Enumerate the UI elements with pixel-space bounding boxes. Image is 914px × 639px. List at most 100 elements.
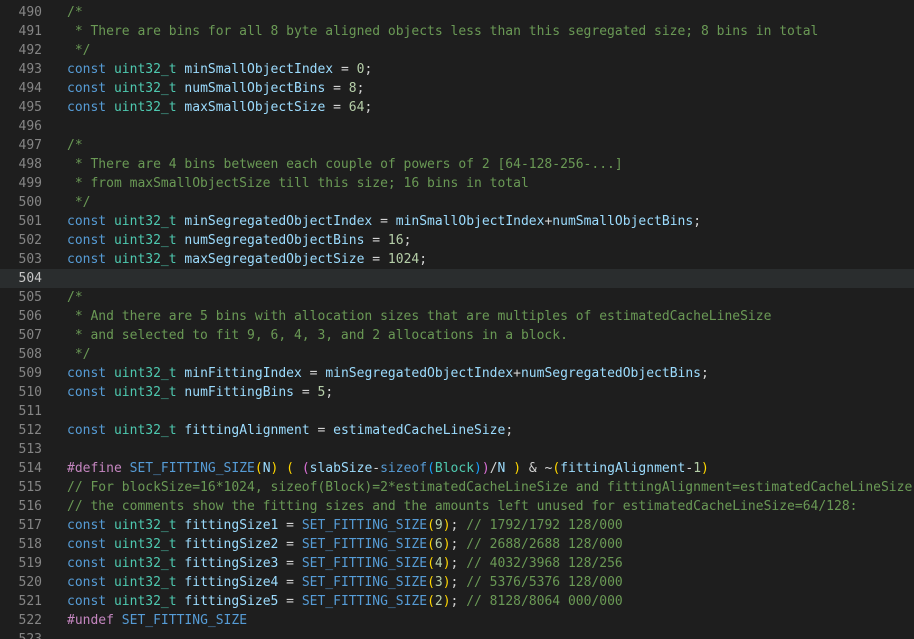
- code-text[interactable]: * And there are 5 bins with allocation s…: [67, 307, 772, 326]
- code-text[interactable]: * from maxSmallObjectSize till this size…: [67, 174, 529, 193]
- code-line[interactable]: 500 */: [0, 193, 914, 212]
- code-token: ): [442, 556, 451, 571]
- code-token: slabSize: [309, 461, 373, 476]
- line-number: 520: [18, 575, 42, 590]
- code-line[interactable]: 518 const uint32_t fittingSize2 = SET_FIT…: [0, 535, 914, 554]
- code-token: const: [67, 518, 107, 533]
- code-text[interactable]: const uint32_t minSmallObjectIndex = 0;: [67, 60, 372, 79]
- code-token: uint32_t: [113, 100, 177, 115]
- code-line[interactable]: 506 * And there are 5 bins with allocati…: [0, 307, 914, 326]
- code-text[interactable]: const uint32_t maxSegregatedObjectSize =…: [67, 250, 427, 269]
- code-text[interactable]: #define SET_FITTING_SIZE(N) ( (slabSize-…: [67, 459, 709, 478]
- code-line[interactable]: 498 * There are 4 bins between each coup…: [0, 155, 914, 174]
- code-text[interactable]: // the comments show the fitting sizes a…: [67, 497, 858, 516]
- code-text[interactable]: // For blockSize=16*1024, sizeof(Block)=…: [67, 478, 914, 497]
- code-token: ): [513, 461, 522, 476]
- code-token: =: [333, 62, 357, 77]
- code-text[interactable]: const uint32_t fittingSize2 = SET_FITTIN…: [67, 535, 623, 554]
- line-number: 502: [18, 233, 42, 248]
- code-token: uint32_t: [113, 252, 177, 267]
- code-text[interactable]: const uint32_t fittingSize4 = SET_FITTIN…: [67, 573, 623, 592]
- code-text[interactable]: const uint32_t fittingSize3 = SET_FITTIN…: [67, 554, 623, 573]
- code-line[interactable]: 521 const uint32_t fittingSize5 = SET_FIT…: [0, 592, 914, 611]
- code-line[interactable]: 517 const uint32_t fittingSize1 = SET_FIT…: [0, 516, 914, 535]
- code-line[interactable]: 503 const uint32_t maxSegregatedObjectSiz…: [0, 250, 914, 269]
- code-token: -: [372, 461, 381, 476]
- code-line[interactable]: 509 const uint32_t minFittingIndex = minS…: [0, 364, 914, 383]
- code-text[interactable]: const uint32_t fittingAlignment = estima…: [67, 421, 513, 440]
- code-line[interactable]: 502 const uint32_t numSegregatedObjectBin…: [0, 231, 914, 250]
- code-token: =: [294, 385, 318, 400]
- code-line[interactable]: 504: [0, 269, 914, 288]
- code-line[interactable]: 510 const uint32_t numFittingBins = 5;: [0, 383, 914, 402]
- code-token: maxSegregatedObjectSize: [184, 252, 365, 267]
- code-line[interactable]: 490 /*: [0, 3, 914, 22]
- code-token: =: [364, 233, 388, 248]
- code-text[interactable]: /*: [67, 136, 83, 155]
- code-line[interactable]: 494 const uint32_t numSmallObjectBins = 8…: [0, 79, 914, 98]
- code-text[interactable]: */: [67, 41, 91, 60]
- code-line[interactable]: 508 */: [0, 345, 914, 364]
- code-token: const: [67, 81, 107, 96]
- code-token: =: [278, 537, 302, 552]
- code-line[interactable]: 492 */: [0, 41, 914, 60]
- code-line[interactable]: 519 const uint32_t fittingSize3 = SET_FIT…: [0, 554, 914, 573]
- line-number: 518: [18, 537, 42, 552]
- code-text[interactable]: const uint32_t minSegregatedObjectIndex …: [67, 212, 701, 231]
- code-token: =: [325, 100, 349, 115]
- code-line[interactable]: 520 const uint32_t fittingSize4 = SET_FIT…: [0, 573, 914, 592]
- code-text[interactable]: * There are 4 bins between each couple o…: [67, 155, 623, 174]
- code-line[interactable]: 511: [0, 402, 914, 421]
- code-token: // 2688/2688 128/000: [466, 537, 623, 552]
- code-text[interactable]: /*: [67, 288, 83, 307]
- line-number: 494: [18, 81, 42, 96]
- code-text[interactable]: #undef SET_FITTING_SIZE: [67, 611, 247, 630]
- code-text[interactable]: * and selected to fit 9, 6, 4, 3, and 2 …: [67, 326, 568, 345]
- code-text[interactable]: const uint32_t maxSmallObjectSize = 64;: [67, 98, 372, 117]
- code-line[interactable]: 523: [0, 630, 914, 639]
- code-text[interactable]: const uint32_t fittingSize5 = SET_FITTIN…: [67, 592, 623, 611]
- code-token: // For blockSize=16*1024, sizeof(Block)=…: [67, 480, 914, 495]
- code-text[interactable]: const uint32_t numSmallObjectBins = 8;: [67, 79, 364, 98]
- code-text[interactable]: const uint32_t minFittingIndex = minSegr…: [67, 364, 709, 383]
- code-token: =: [364, 252, 388, 267]
- code-line[interactable]: 514 #define SET_FITTING_SIZE(N) ( (slabSi…: [0, 459, 914, 478]
- code-line[interactable]: 512 const uint32_t fittingAlignment = est…: [0, 421, 914, 440]
- code-token: (: [552, 461, 561, 476]
- code-line[interactable]: 491 * There are bins for all 8 byte alig…: [0, 22, 914, 41]
- line-number: 516: [18, 499, 42, 514]
- code-text[interactable]: const uint32_t fittingSize1 = SET_FITTIN…: [67, 516, 623, 535]
- code-text[interactable]: const uint32_t numFittingBins = 5;: [67, 383, 333, 402]
- code-line[interactable]: 505 /*: [0, 288, 914, 307]
- line-number: 507: [18, 328, 42, 343]
- code-token: =: [372, 214, 396, 229]
- code-token: const: [67, 556, 107, 571]
- code-line[interactable]: 493 const uint32_t minSmallObjectIndex = …: [0, 60, 914, 79]
- code-text[interactable]: const uint32_t numSegregatedObjectBins =…: [67, 231, 411, 250]
- code-line[interactable]: 515 // For blockSize=16*1024, sizeof(Bloc…: [0, 478, 914, 497]
- code-line[interactable]: 516 // the comments show the fitting size…: [0, 497, 914, 516]
- code-line[interactable]: 522 #undef SET_FITTING_SIZE: [0, 611, 914, 630]
- code-line[interactable]: 497 /*: [0, 136, 914, 155]
- code-token: SET_FITTING_SIZE: [301, 575, 428, 590]
- code-text[interactable]: */: [67, 193, 91, 212]
- code-text[interactable]: /*: [67, 3, 83, 22]
- code-text[interactable]: * There are bins for all 8 byte aligned …: [67, 22, 819, 41]
- code-line[interactable]: 513: [0, 440, 914, 459]
- code-token: minSegregatedObjectIndex: [184, 214, 373, 229]
- code-line[interactable]: 496: [0, 117, 914, 136]
- code-text[interactable]: */: [67, 345, 91, 364]
- code-line[interactable]: 507 * and selected to fit 9, 6, 4, 3, an…: [0, 326, 914, 345]
- code-token: =: [278, 518, 302, 533]
- code-line[interactable]: 495 const uint32_t maxSmallObjectSize = 6…: [0, 98, 914, 117]
- code-token: ;: [364, 100, 373, 115]
- code-line[interactable]: 501 const uint32_t minSegregatedObjectInd…: [0, 212, 914, 231]
- code-token: fittingSize3: [184, 556, 279, 571]
- line-number: 523: [0, 630, 42, 639]
- code-editor[interactable]: 490/* 491 * There are bins for all 8 byte…: [0, 0, 914, 639]
- code-line[interactable]: 499 * from maxSmallObjectSize till this …: [0, 174, 914, 193]
